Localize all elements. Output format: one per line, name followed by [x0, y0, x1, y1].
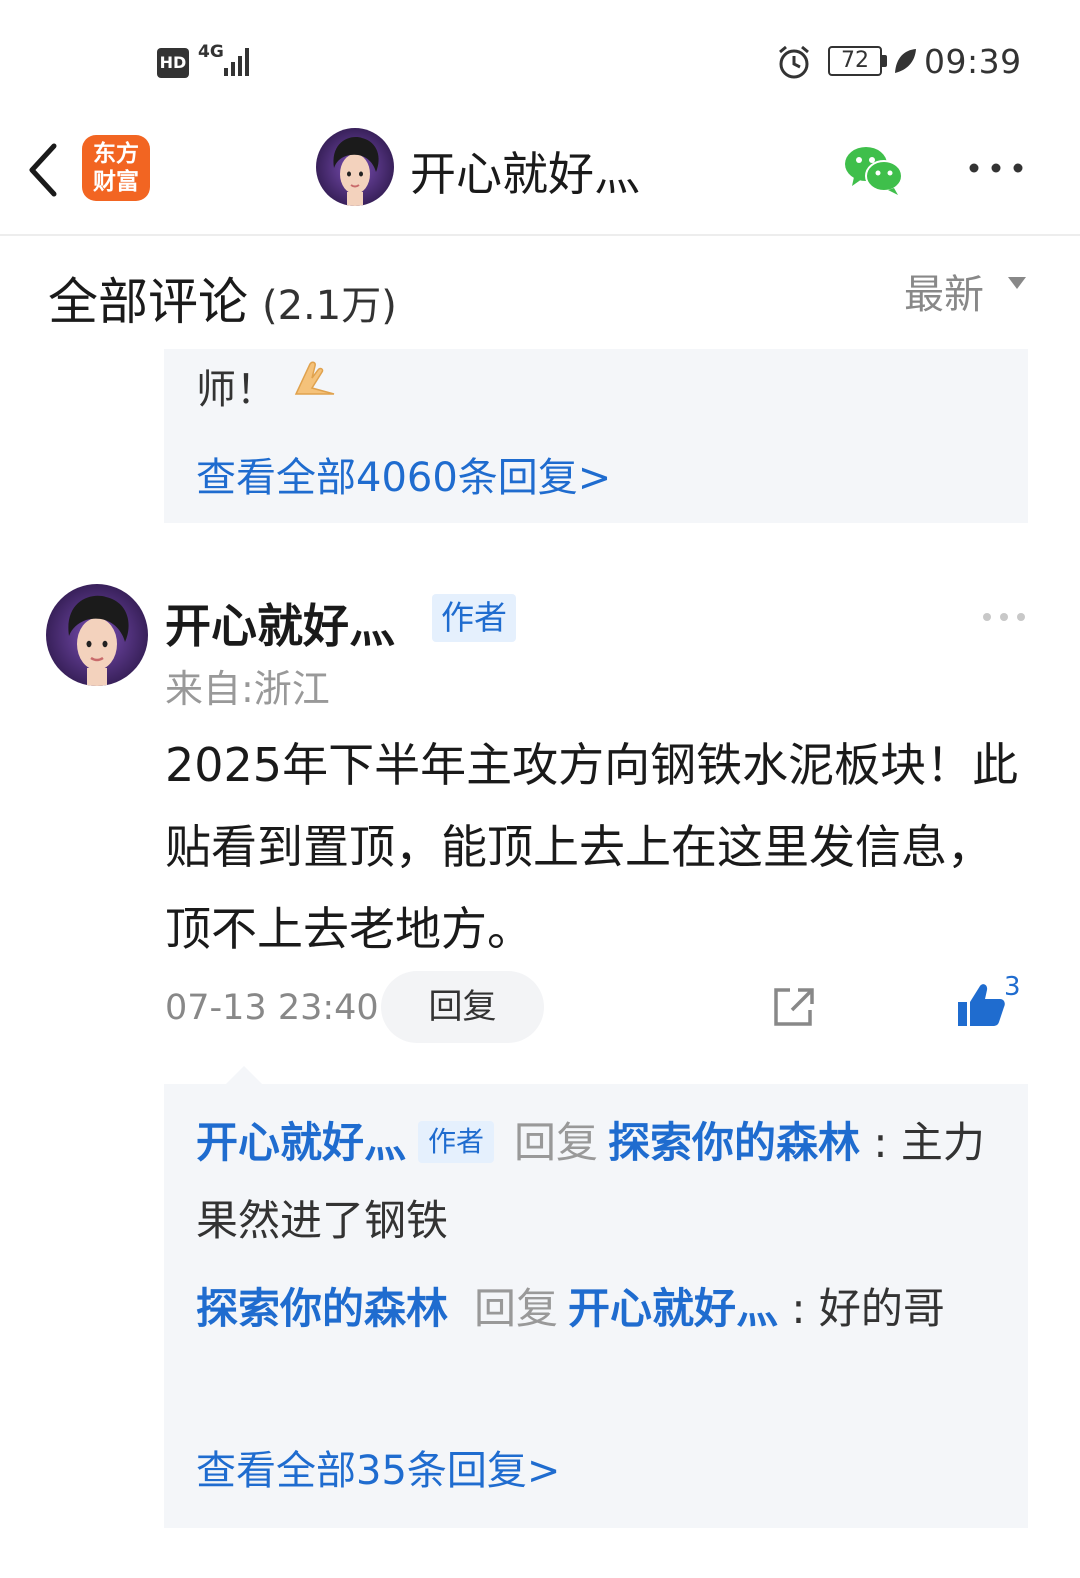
app-logo[interactable]: 东方 财富: [82, 135, 150, 201]
clock: 09:39: [924, 42, 1022, 81]
comments-count: (2.1万): [262, 283, 397, 329]
reply-to-name[interactable]: 探索你的森林: [608, 1118, 860, 1167]
view-all-replies-link[interactable]: 查看全部4060条回复>: [196, 445, 611, 503]
reply-from-name[interactable]: 开心就好灬: [196, 1118, 406, 1167]
reply-button[interactable]: 回复: [381, 971, 544, 1043]
like-count: 3: [1004, 972, 1021, 1002]
comment-more-icon[interactable]: [980, 610, 1028, 624]
hd-badge: HD: [157, 48, 189, 78]
author-avatar[interactable]: [316, 128, 394, 206]
replies-box: 开心就好灬 作者 回复 探索你的森林 : 主力果然进了钢铁 探索你的森林 回复 开心就好灬…: [164, 1084, 1028, 1528]
app-logo-line2: 财富: [93, 169, 139, 195]
comments-heading: 全部评论 (2.1万): [48, 262, 397, 334]
battery-tip: [882, 55, 887, 67]
comment-location: 来自:浙江: [165, 667, 330, 711]
reply-colon: :: [860, 1118, 901, 1167]
app-logo-line1: 东方: [93, 141, 139, 167]
chevron-down-icon[interactable]: [1008, 277, 1026, 289]
share-icon[interactable]: [770, 984, 818, 1030]
top-nav-bar: 东方 财富 开心就好灬: [0, 120, 1080, 236]
sort-dropdown[interactable]: 最新: [904, 262, 984, 320]
previous-reply-text: 师！: [196, 367, 276, 413]
author-tag: 作者: [432, 594, 516, 642]
reply-from-name[interactable]: 探索你的森林: [196, 1284, 448, 1333]
reply-item[interactable]: 探索你的森林 回复 开心就好灬 : 好的哥: [196, 1270, 1016, 1348]
leaf-icon: [895, 49, 916, 73]
reply-author-tag: 作者: [418, 1121, 495, 1163]
reply-to-name[interactable]: 开心就好灬: [568, 1284, 778, 1333]
replies-caret: [226, 1066, 262, 1084]
comment-timestamp: 07-13 23:40: [165, 988, 379, 1028]
thumbs-up-icon[interactable]: [956, 982, 1006, 1028]
comment-author-name[interactable]: 开心就好灬: [165, 590, 395, 656]
page-title: 开心就好灬: [410, 147, 640, 201]
alarm-icon: [779, 45, 809, 79]
reply-verb: 回复: [514, 1118, 599, 1167]
more-icon[interactable]: [966, 160, 1026, 176]
pray-hands-icon: [294, 361, 335, 395]
comment-body: 2025年下半年主攻方向钢铁水泥板块！此贴看到置顶，能顶上去上在这里发信息，顶不…: [165, 738, 1019, 956]
view-all-replies-link[interactable]: 查看全部35条回复>: [196, 1438, 560, 1496]
signal-icon: [224, 48, 249, 76]
reply-colon: :: [778, 1284, 819, 1333]
back-icon[interactable]: [20, 140, 66, 200]
reply-verb: 回复: [474, 1284, 559, 1333]
wechat-icon[interactable]: [842, 142, 906, 198]
reply-item[interactable]: 开心就好灬 作者 回复 探索你的森林 : 主力果然进了钢铁: [196, 1104, 1016, 1260]
comments-title: 全部评论: [48, 273, 248, 331]
comment-author-avatar[interactable]: [46, 584, 148, 686]
reply-text: 好的哥: [818, 1284, 945, 1333]
status-bar: HD 4G 72 09:39: [0, 0, 1080, 120]
battery-level: 72: [828, 46, 882, 76]
